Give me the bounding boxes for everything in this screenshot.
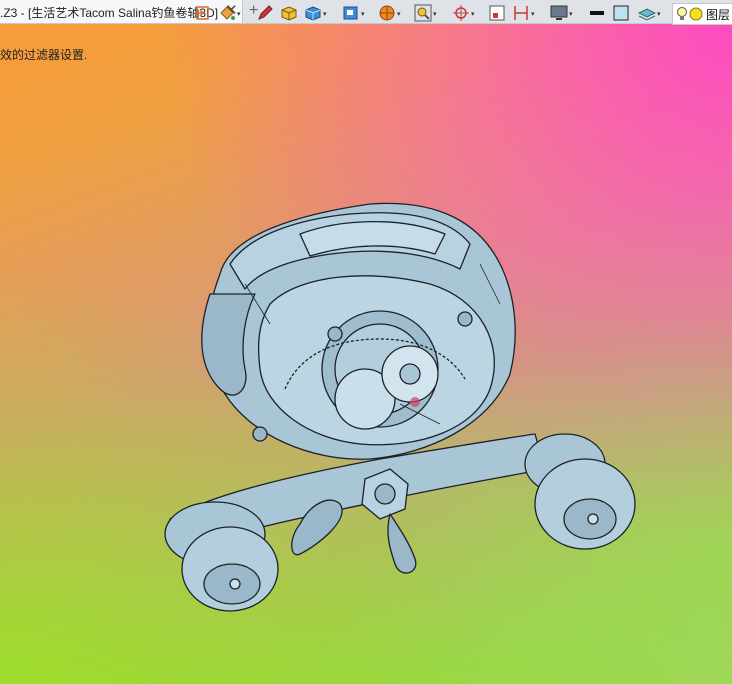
- tab-title: .Z3 - [生活艺术Tacom Salina钓鱼卷轴3D]: [0, 6, 219, 20]
- bulb-icon: [677, 7, 703, 21]
- dropdown-arrow-icon[interactable]: ▾: [397, 10, 401, 18]
- status-message: 效的过滤器设置.: [0, 48, 88, 62]
- sphere-icon[interactable]: ▾: [378, 4, 401, 22]
- cube-blue-icon[interactable]: ▾: [304, 4, 327, 22]
- layer-selector[interactable]: 图层: [672, 3, 732, 25]
- color-swatch-icon[interactable]: [612, 4, 630, 22]
- dropdown-arrow-icon[interactable]: ▾: [657, 10, 661, 18]
- 3d-viewport[interactable]: 效的过滤器设置.: [0, 24, 732, 684]
- frame-icon[interactable]: [488, 4, 506, 22]
- dropdown-arrow-icon[interactable]: ▾: [433, 10, 437, 18]
- box-yellow-icon[interactable]: [280, 4, 298, 22]
- monitor-icon[interactable]: ▾: [550, 4, 573, 22]
- cube-view-icon[interactable]: ▾: [342, 4, 365, 22]
- view-toolbar: ▾ ▾ ▾ ▾ ▾ ▾ ▾ ▾ ▾ 图层: [190, 1, 732, 25]
- home-arrow-icon[interactable]: [194, 4, 212, 22]
- paint-bucket-icon[interactable]: ▾: [218, 4, 241, 22]
- dropdown-arrow-icon[interactable]: ▾: [361, 10, 365, 18]
- zoom-fit-icon[interactable]: ▾: [414, 4, 437, 22]
- axis-pivot-icon[interactable]: ▾: [452, 4, 475, 22]
- dimension-icon[interactable]: ▾: [512, 4, 535, 22]
- fishing-reel-model[interactable]: [150, 174, 650, 624]
- dropdown-arrow-icon[interactable]: ▾: [237, 10, 241, 18]
- layer-stack-icon[interactable]: ▾: [637, 4, 661, 22]
- layer-label: 图层: [706, 8, 731, 22]
- dropdown-arrow-icon[interactable]: ▾: [531, 10, 535, 18]
- dropdown-arrow-icon[interactable]: ▾: [323, 10, 327, 18]
- dropdown-arrow-icon[interactable]: ▾: [471, 10, 475, 18]
- dropdown-arrow-icon[interactable]: ▾: [569, 10, 573, 18]
- pen-icon[interactable]: [256, 4, 274, 22]
- line-thickness-icon[interactable]: [588, 4, 606, 22]
